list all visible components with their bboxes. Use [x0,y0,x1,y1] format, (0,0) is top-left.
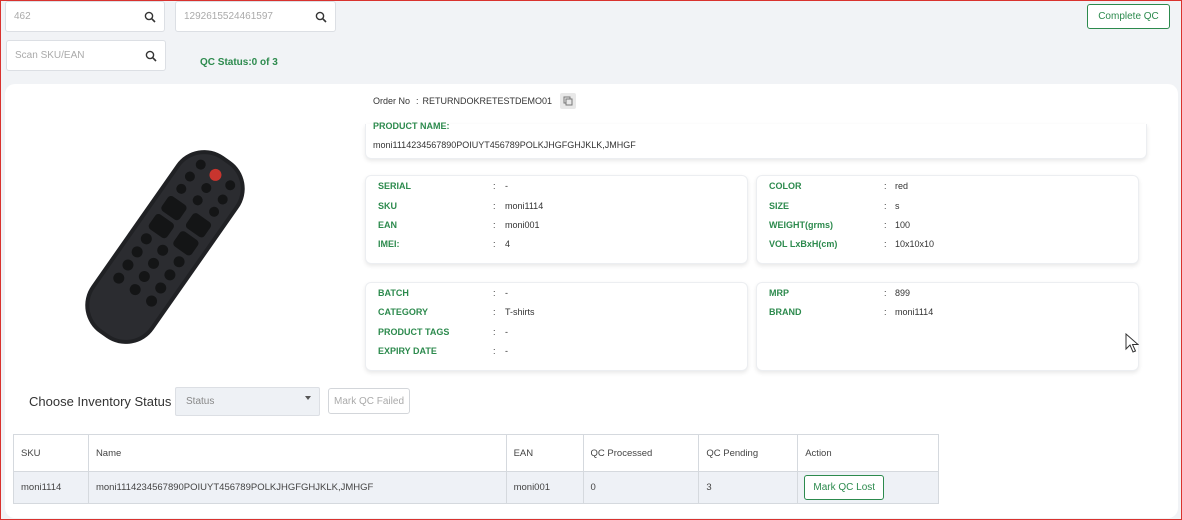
choose-inventory-status-label: Choose Inventory Status [29,394,172,409]
column-header-qc-processed: QC Processed [582,434,700,472]
detail-sep: : [493,288,496,298]
column-header-name: Name [87,434,507,472]
cell-name: moni1114234567890POIUYT456789POLKJHGFGHJ… [87,471,507,504]
cell-sku: moni1114 [13,471,89,504]
detail-sep: : [493,201,496,211]
mark-qc-failed-button[interactable]: Mark QC Failed [328,388,410,414]
column-header-ean: EAN [505,434,584,472]
detail-key: COLOR [769,181,802,191]
detail-key: EAN [378,220,398,230]
detail-key: PRODUCT TAGS [378,327,450,337]
complete-qc-button[interactable]: Complete QC [1087,4,1170,29]
search-field-1[interactable] [5,1,165,32]
detail-value: - [505,181,508,191]
detail-value: moni1114 [505,201,544,211]
detail-key: SERIAL [378,181,412,191]
detail-sep: : [884,307,887,317]
detail-value: - [505,327,508,337]
detail-value: moni1114 [895,307,934,317]
product-name-label: PRODUCT NAME: [373,121,450,131]
detail-sep: : [884,288,887,298]
detail-sep: : [884,201,887,211]
detail-sep: : [884,181,887,191]
search-icon[interactable] [145,50,157,62]
detail-sep: : [493,327,496,337]
detail-value: red [895,181,909,191]
cell-ean: moni001 [505,471,584,504]
detail-sep: : [884,220,887,230]
detail-value: 10x10x10 [895,239,935,249]
column-header-sku: SKU [13,434,89,472]
order-number-separator: : [416,96,419,106]
mark-qc-lost-button[interactable]: Mark QC Lost [804,475,885,500]
column-header-qc-pending: QC Pending [698,434,799,472]
detail-key: EXPIRY DATE [378,346,437,356]
qc-status: QC Status:0 of 3 [200,57,278,68]
detail-value: s [895,201,900,211]
detail-key: WEIGHT(grms) [769,220,833,230]
detail-key: BRAND [769,307,802,317]
scan-sku-ean-input[interactable] [15,50,145,61]
order-number: Order No : RETURNDOKRETESTDEMO01 [373,93,577,109]
cell-qc-pending: 3 [698,471,799,504]
column-header-action: Action [797,434,939,472]
detail-sep: : [493,181,496,191]
detail-value: 4 [505,239,511,249]
detail-value: - [505,288,508,298]
mouse-cursor-icon [1125,333,1139,353]
details-card-identifiers [365,175,748,264]
order-number-label: Order No [373,96,411,106]
detail-key: SIZE [769,201,790,211]
detail-sep: : [493,307,496,317]
copy-icon[interactable] [563,96,573,106]
search-icon[interactable] [144,11,156,23]
detail-key: IMEI: [378,239,400,249]
detail-value: moni001 [505,220,540,230]
detail-sep: : [493,239,496,249]
table-header-row: SKU Name EAN QC Processed QC Pending Act… [13,434,939,472]
detail-value: T-shirts [505,307,535,317]
detail-value: 899 [895,288,911,298]
detail-sep: : [884,239,887,249]
detail-key: SKU [378,201,398,211]
details-card-pricing [756,282,1139,371]
product-name-value: moni1114234567890POIUYT456789POLKJHGFGHJ… [373,140,636,150]
cell-qc-processed: 0 [582,471,700,504]
detail-key: CATEGORY [378,307,429,317]
detail-sep: : [493,220,496,230]
scan-sku-ean-field[interactable] [6,40,166,71]
product-image [85,150,245,344]
search-field-2[interactable] [175,1,336,32]
detail-sep: : [493,346,496,356]
qc-items-table: SKU Name EAN QC Processed QC Pending Act… [13,434,939,504]
inventory-status-placeholder: Status [186,396,215,407]
chevron-down-icon[interactable] [305,396,311,400]
detail-key: BATCH [378,288,409,298]
detail-key: VOL LxBxH(cm) [769,239,838,249]
detail-value: 100 [895,220,911,230]
copy-button[interactable] [560,93,577,109]
detail-value: - [505,346,508,356]
search-icon[interactable] [315,11,327,23]
search-field-2-input[interactable] [184,11,315,22]
table-row: moni1114 moni1114234567890POIUYT456789PO… [13,471,939,504]
cell-action: Mark QC Lost [797,471,939,504]
search-field-1-input[interactable] [14,11,144,22]
inventory-status-select[interactable]: Status [175,387,320,416]
order-number-value: RETURNDOKRETESTDEMO01 [422,96,553,106]
detail-key: MRP [769,288,789,298]
